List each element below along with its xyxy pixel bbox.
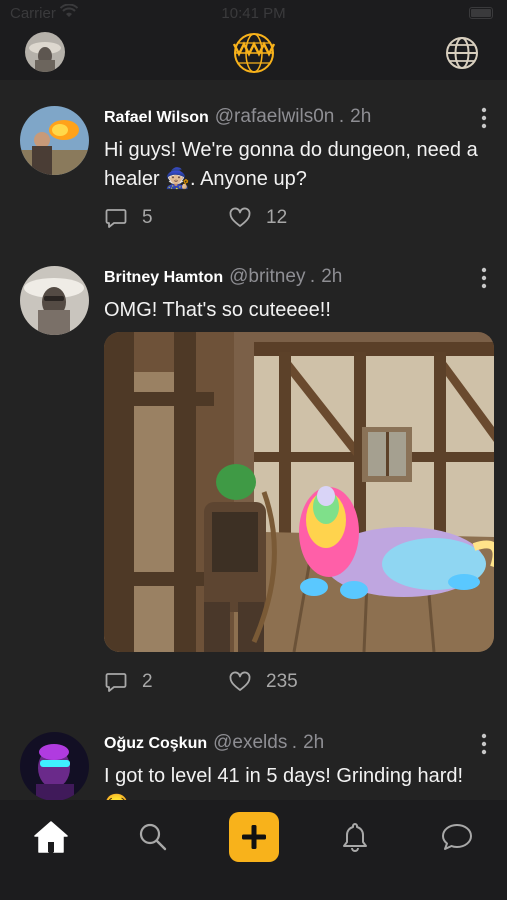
separator: .	[309, 266, 316, 287]
post-header: Oğuz Coşkun @exelds . 2h	[104, 732, 324, 756]
post[interactable]: Rafael Wilson @rafaelwils0n . 2h Hi guys! …	[0, 106, 507, 266]
author-name[interactable]: Rafael Wilson	[104, 109, 209, 126]
author-name[interactable]: Britney Hamton	[104, 269, 223, 286]
battery-icon	[469, 7, 493, 19]
heart-icon	[229, 671, 251, 691]
tab-home[interactable]	[26, 812, 76, 862]
globe-icon[interactable]	[445, 36, 479, 70]
like-count: 235	[266, 671, 298, 692]
post-text: I got to level 41 in 5 days! Grinding ha…	[104, 765, 464, 800]
comment-count: 2	[142, 671, 153, 692]
top-navigation-bar	[0, 28, 507, 80]
post-text: OMG! That's so cuteeee!!	[104, 299, 331, 321]
profile-avatar[interactable]	[25, 32, 65, 72]
author-name[interactable]: Oğuz Coşkun	[104, 735, 207, 752]
comment-button[interactable]: 5	[104, 204, 153, 232]
tab-notifications[interactable]	[330, 812, 380, 862]
tab-messages[interactable]	[432, 812, 482, 862]
post-header: Britney Hamton @britney . 2h	[104, 266, 342, 290]
avatar[interactable]	[20, 106, 89, 175]
more-options-icon[interactable]	[479, 266, 489, 290]
author-handle[interactable]: @britney	[229, 266, 305, 287]
post-time: 2h	[321, 266, 343, 287]
tab-search[interactable]	[128, 812, 178, 862]
avatar[interactable]	[20, 732, 89, 800]
more-options-icon[interactable]	[479, 106, 489, 130]
heart-icon	[229, 207, 251, 227]
clock: 10:41 PM	[221, 5, 286, 22]
separator: .	[338, 106, 345, 127]
feed[interactable]: Rafael Wilson @rafaelwils0n . 2h Hi guys! …	[0, 80, 507, 800]
avatar[interactable]	[20, 266, 89, 335]
add-post-button[interactable]	[229, 812, 279, 862]
more-options-icon[interactable]	[479, 732, 489, 756]
bell-icon	[343, 823, 367, 852]
app-logo-icon	[230, 30, 278, 76]
author-handle[interactable]: @exelds	[213, 732, 287, 753]
separator: .	[291, 732, 298, 753]
comment-button[interactable]: 2	[104, 668, 153, 696]
post[interactable]: Oğuz Coşkun @exelds . 2h I got to level 41…	[0, 732, 507, 800]
chat-icon	[442, 824, 472, 850]
home-icon	[34, 821, 68, 853]
post[interactable]: Britney Hamton @britney . 2h OMG! That's s…	[0, 266, 507, 726]
like-count: 12	[266, 207, 288, 228]
comment-count: 5	[142, 207, 153, 228]
like-button[interactable]: 12	[228, 204, 287, 232]
post-text: Hi guys! We're gonna do dungeon, need a …	[104, 139, 478, 190]
post-time: 2h	[350, 106, 372, 127]
comment-icon	[105, 209, 127, 228]
like-button[interactable]: 235	[228, 668, 298, 696]
comment-icon	[105, 673, 127, 692]
search-icon	[139, 823, 167, 851]
post-image[interactable]	[104, 332, 494, 652]
post-header: Rafael Wilson @rafaelwils0n . 2h	[104, 106, 371, 130]
plus-icon	[242, 825, 266, 849]
author-handle[interactable]: @rafaelwils0n	[215, 106, 335, 127]
post-time: 2h	[303, 732, 325, 753]
status-bar: Carrier 10:41 PM	[0, 0, 507, 28]
tab-bar	[0, 800, 507, 900]
